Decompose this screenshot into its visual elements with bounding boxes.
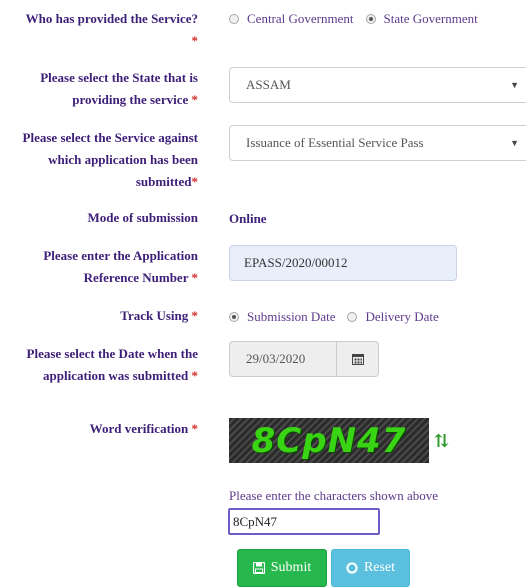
mode-value: Online bbox=[229, 211, 267, 226]
provider-radio-group: Central Government State Government bbox=[229, 11, 490, 27]
calendar-button[interactable] bbox=[337, 341, 379, 377]
state-select[interactable]: ASSAM ▼ bbox=[229, 67, 526, 103]
calendar-icon bbox=[351, 354, 364, 365]
track-label: Track Using * bbox=[0, 305, 198, 327]
submit-button[interactable]: Submit bbox=[237, 549, 327, 587]
date-input[interactable]: 29/03/2020 bbox=[229, 341, 337, 377]
reference-number-input[interactable]: EPASS/2020/00012 bbox=[229, 245, 457, 281]
service-label: Please select the Service against which … bbox=[0, 127, 198, 193]
provider-label: Who has provided the Service? * bbox=[0, 8, 198, 52]
date-label-line2: application was submitted bbox=[43, 368, 189, 383]
verification-label-text: Word verification bbox=[89, 421, 189, 436]
required-mark: * bbox=[191, 308, 199, 323]
state-label-line1: Please select the State that is bbox=[40, 70, 198, 85]
captcha-image: 8CpN47 bbox=[229, 418, 429, 463]
service-select-value: Issuance of Essential Service Pass bbox=[246, 135, 424, 150]
radio-submission-date[interactable] bbox=[229, 312, 239, 322]
required-mark: * bbox=[191, 421, 199, 436]
required-mark: * bbox=[191, 33, 199, 48]
captcha-hint: Please enter the characters shown above bbox=[229, 488, 438, 503]
mode-label-text: Mode of submission bbox=[87, 210, 198, 225]
radio-state-government[interactable] bbox=[365, 14, 376, 24]
track-label-text: Track Using bbox=[120, 308, 189, 323]
radio-label-delivery[interactable]: Delivery Date bbox=[365, 309, 438, 325]
radio-delivery-date[interactable] bbox=[347, 312, 358, 322]
reset-label: Reset bbox=[363, 560, 396, 575]
radio-central-government[interactable] bbox=[229, 14, 239, 24]
required-mark: * bbox=[191, 368, 199, 383]
radio-label-submission[interactable]: Submission Date bbox=[247, 309, 335, 325]
mode-label: Mode of submission bbox=[0, 207, 198, 229]
reference-label: Please enter the Application Reference N… bbox=[0, 245, 198, 289]
caret-down-icon: ▼ bbox=[510, 80, 519, 90]
track-radio-group: Submission Date Delivery Date bbox=[229, 309, 451, 325]
date-label: Please select the Date when the applicat… bbox=[0, 343, 198, 387]
refresh-icon[interactable]: ⇅ bbox=[434, 431, 449, 452]
service-label-line1: Please select the Service against bbox=[22, 130, 198, 145]
state-label: Please select the State that is providin… bbox=[0, 67, 198, 111]
reference-label-line1: Please enter the Application bbox=[43, 248, 198, 263]
verification-label: Word verification * bbox=[0, 418, 198, 440]
captcha-input[interactable]: 8CpN47 bbox=[228, 508, 380, 535]
required-mark: * bbox=[191, 270, 199, 285]
caret-down-icon: ▼ bbox=[510, 138, 519, 148]
reset-button[interactable]: Reset bbox=[331, 549, 410, 587]
captcha-text: 8CpN47 bbox=[251, 420, 407, 461]
state-select-value: ASSAM bbox=[246, 77, 291, 92]
date-label-line1: Please select the Date when the bbox=[26, 346, 198, 361]
state-label-line2: providing the service bbox=[72, 92, 189, 107]
service-label-line3: submitted bbox=[135, 174, 192, 189]
submit-label: Submit bbox=[270, 560, 312, 575]
service-select[interactable]: Issuance of Essential Service Pass ▼ bbox=[229, 125, 526, 161]
radio-label-state[interactable]: State Government bbox=[384, 11, 478, 27]
provider-label-text: Who has provided the Service? bbox=[25, 11, 198, 26]
reference-label-line2: Reference Number bbox=[83, 270, 189, 285]
circle-icon bbox=[346, 562, 358, 574]
required-mark: * bbox=[191, 174, 199, 189]
date-picker: 29/03/2020 bbox=[229, 341, 379, 377]
radio-label-central[interactable]: Central Government bbox=[247, 11, 354, 27]
service-label-line2: which application has been bbox=[48, 152, 198, 167]
required-mark: * bbox=[191, 92, 199, 107]
save-icon bbox=[252, 562, 265, 574]
